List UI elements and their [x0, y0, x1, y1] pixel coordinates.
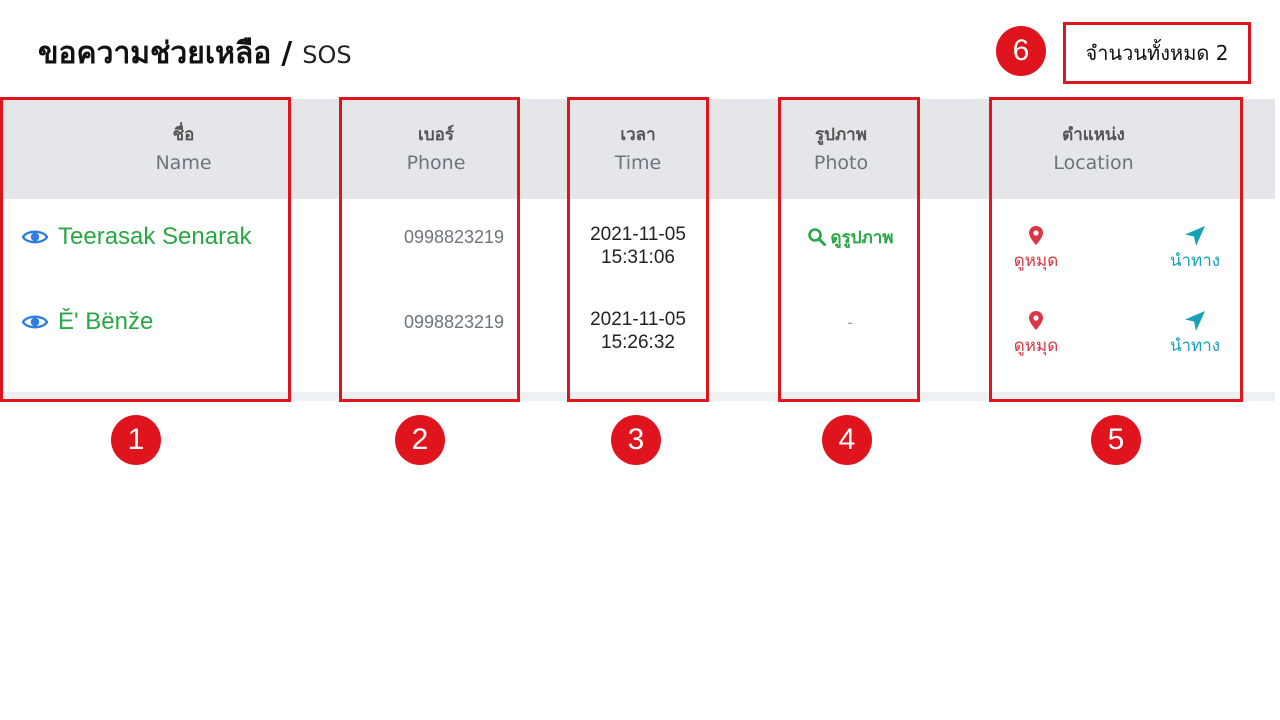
- annotation-box-location: [989, 97, 1243, 402]
- annotation-box-time: [567, 97, 709, 402]
- total-count: จำนวนทั้งหมด 2: [1063, 22, 1251, 84]
- annotation-box-photo: [778, 97, 920, 402]
- annotation-badge-2: 2: [395, 415, 445, 465]
- page-title: ขอความช่วยเหลือ / SOS: [38, 30, 352, 74]
- annotation-box-phone: [339, 97, 520, 402]
- page-subtitle: SOS: [302, 41, 352, 69]
- title-separator: /: [281, 36, 293, 71]
- annotation-box-name: [0, 97, 291, 402]
- total-count-label: จำนวนทั้งหมด 2: [1085, 41, 1229, 65]
- annotation-badge-5: 5: [1091, 415, 1141, 465]
- annotation-badge-4: 4: [822, 415, 872, 465]
- annotation-badge-1: 1: [111, 415, 161, 465]
- annotation-badge-6: 6: [996, 26, 1046, 76]
- page-title-main: ขอความช่วยเหลือ: [38, 36, 272, 71]
- annotation-badge-3: 3: [611, 415, 661, 465]
